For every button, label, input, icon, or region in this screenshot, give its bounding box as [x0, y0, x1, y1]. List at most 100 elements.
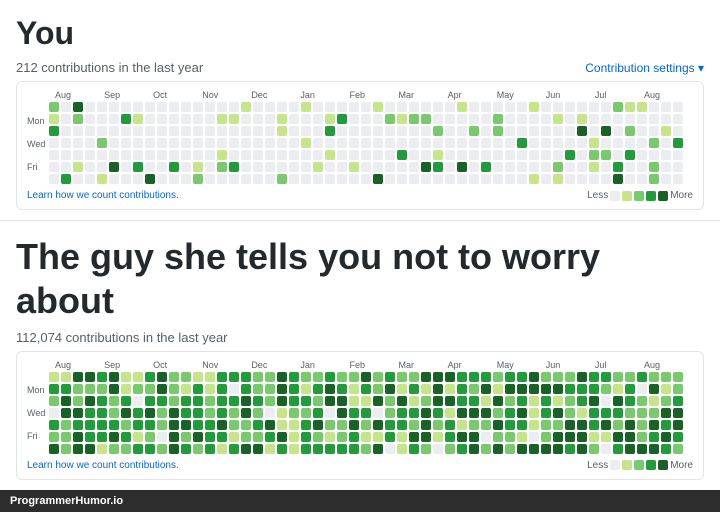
contribution-cell	[97, 138, 107, 148]
contribution-cell	[589, 126, 599, 136]
contribution-cell	[361, 174, 371, 184]
contribution-cell	[277, 162, 287, 172]
contribution-cell	[385, 126, 395, 136]
contribution-cell	[673, 408, 683, 418]
week-col	[277, 102, 287, 184]
contribution-cell	[661, 126, 671, 136]
contribution-cell	[73, 408, 83, 418]
week-col	[601, 372, 611, 454]
learn-link-1[interactable]: Learn how we count contributions.	[27, 190, 179, 201]
day-label: Fri	[27, 162, 45, 173]
contribution-cell	[229, 432, 239, 442]
week-col	[421, 102, 431, 184]
contribution-cell	[649, 396, 659, 406]
contribution-cell	[145, 420, 155, 430]
contribution-cell	[385, 408, 395, 418]
contribution-cell	[385, 432, 395, 442]
contribution-cell	[661, 162, 671, 172]
contribution-cell	[373, 162, 383, 172]
contribution-cell	[397, 384, 407, 394]
contribution-cell	[661, 372, 671, 382]
contribution-cell	[517, 126, 527, 136]
week-col	[373, 372, 383, 454]
contribution-cell	[673, 126, 683, 136]
contribution-cell	[289, 150, 299, 160]
contribution-cell	[121, 396, 131, 406]
contribution-cell	[397, 174, 407, 184]
contribution-cell	[49, 102, 59, 112]
contribution-cell	[169, 420, 179, 430]
contribution-cell	[469, 138, 479, 148]
contribution-cell	[361, 420, 371, 430]
week-col	[469, 372, 479, 454]
contribution-cell	[229, 420, 239, 430]
contribution-cell	[61, 114, 71, 124]
contribution-cell	[169, 174, 179, 184]
contribution-cell	[649, 444, 659, 454]
contribution-cell	[505, 432, 515, 442]
contribution-cell	[409, 396, 419, 406]
contribution-cell	[97, 372, 107, 382]
contribution-cell	[193, 114, 203, 124]
contribution-cell	[625, 126, 635, 136]
contribution-cell	[301, 162, 311, 172]
day-label: Fri	[27, 431, 45, 442]
contribution-cell	[241, 114, 251, 124]
contribution-cell	[97, 432, 107, 442]
month-labels-1: AugSepOctNovDecJanFebMarAprMayJunJulAug	[55, 90, 693, 100]
contribution-cell	[205, 126, 215, 136]
contribution-cell	[61, 162, 71, 172]
learn-link-2[interactable]: Learn how we count contributions.	[27, 460, 179, 471]
contribution-cell	[205, 396, 215, 406]
contribution-cell	[409, 102, 419, 112]
week-col	[337, 372, 347, 454]
contribution-cell	[169, 408, 179, 418]
week-col	[193, 372, 203, 454]
week-col	[73, 102, 83, 184]
contribution-cell	[217, 174, 227, 184]
week-col	[529, 372, 539, 454]
contribution-cell	[253, 126, 263, 136]
contribution-cell	[421, 420, 431, 430]
contribution-cell	[229, 138, 239, 148]
contribution-cell	[565, 126, 575, 136]
day-label: Wed	[27, 139, 45, 150]
contribution-cell	[457, 408, 467, 418]
contribution-cell	[349, 162, 359, 172]
contribution-cell	[445, 408, 455, 418]
contribution-cell	[169, 138, 179, 148]
contribution-settings[interactable]: Contribution settings ▾	[585, 61, 704, 75]
week-col	[301, 102, 311, 184]
contribution-cell	[109, 432, 119, 442]
month-label: Mar	[399, 90, 448, 100]
contribution-cell	[73, 102, 83, 112]
contribution-cell	[241, 420, 251, 430]
contribution-cell	[409, 372, 419, 382]
contribution-cell	[661, 138, 671, 148]
contribution-cell	[145, 408, 155, 418]
contribution-cell	[313, 126, 323, 136]
contribution-cell	[109, 126, 119, 136]
contribution-cell	[49, 126, 59, 136]
contribution-cell	[109, 420, 119, 430]
week-col	[253, 102, 263, 184]
contribution-cell	[361, 432, 371, 442]
contribution-cell	[181, 432, 191, 442]
contribution-cell	[289, 174, 299, 184]
contribution-cell	[61, 444, 71, 454]
contribution-cell	[505, 126, 515, 136]
contribution-cell	[349, 384, 359, 394]
contributions-count-2: 112,074 contributions in the last year	[16, 330, 228, 345]
contribution-cell	[661, 384, 671, 394]
contribution-cell	[493, 126, 503, 136]
contribution-cell	[637, 162, 647, 172]
contribution-cell	[445, 420, 455, 430]
month-label: Aug	[644, 360, 693, 370]
contribution-cell	[49, 150, 59, 160]
contribution-cell	[613, 408, 623, 418]
contribution-cell	[613, 150, 623, 160]
contribution-cell	[373, 408, 383, 418]
contribution-cell	[637, 408, 647, 418]
contribution-cell	[457, 138, 467, 148]
contribution-cell	[505, 138, 515, 148]
